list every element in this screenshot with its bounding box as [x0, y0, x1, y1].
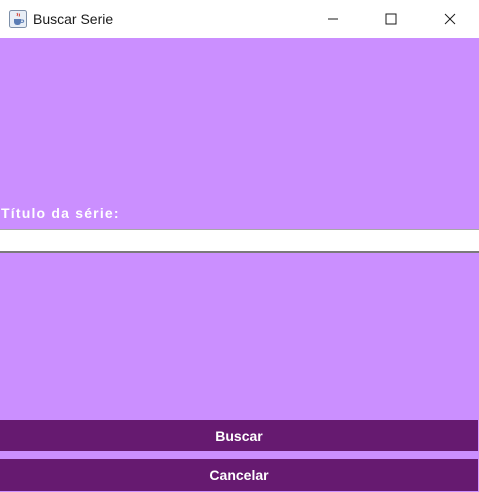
window-titlebar: Buscar Serie	[0, 0, 479, 38]
close-button[interactable]	[421, 0, 479, 38]
search-form-panel: Título da série: Buscar Cancelar	[0, 38, 479, 492]
java-cup-icon	[9, 10, 27, 28]
window-title: Buscar Serie	[33, 11, 114, 27]
series-title-input[interactable]	[0, 229, 479, 253]
maximize-icon	[385, 10, 397, 29]
series-title-label: Título da série:	[1, 205, 120, 221]
close-icon	[444, 10, 456, 29]
maximize-button[interactable]	[362, 0, 420, 38]
search-button[interactable]: Buscar	[0, 420, 478, 451]
cancel-button[interactable]: Cancelar	[0, 459, 478, 491]
minimize-button[interactable]	[304, 0, 362, 38]
minimize-icon	[327, 10, 339, 29]
